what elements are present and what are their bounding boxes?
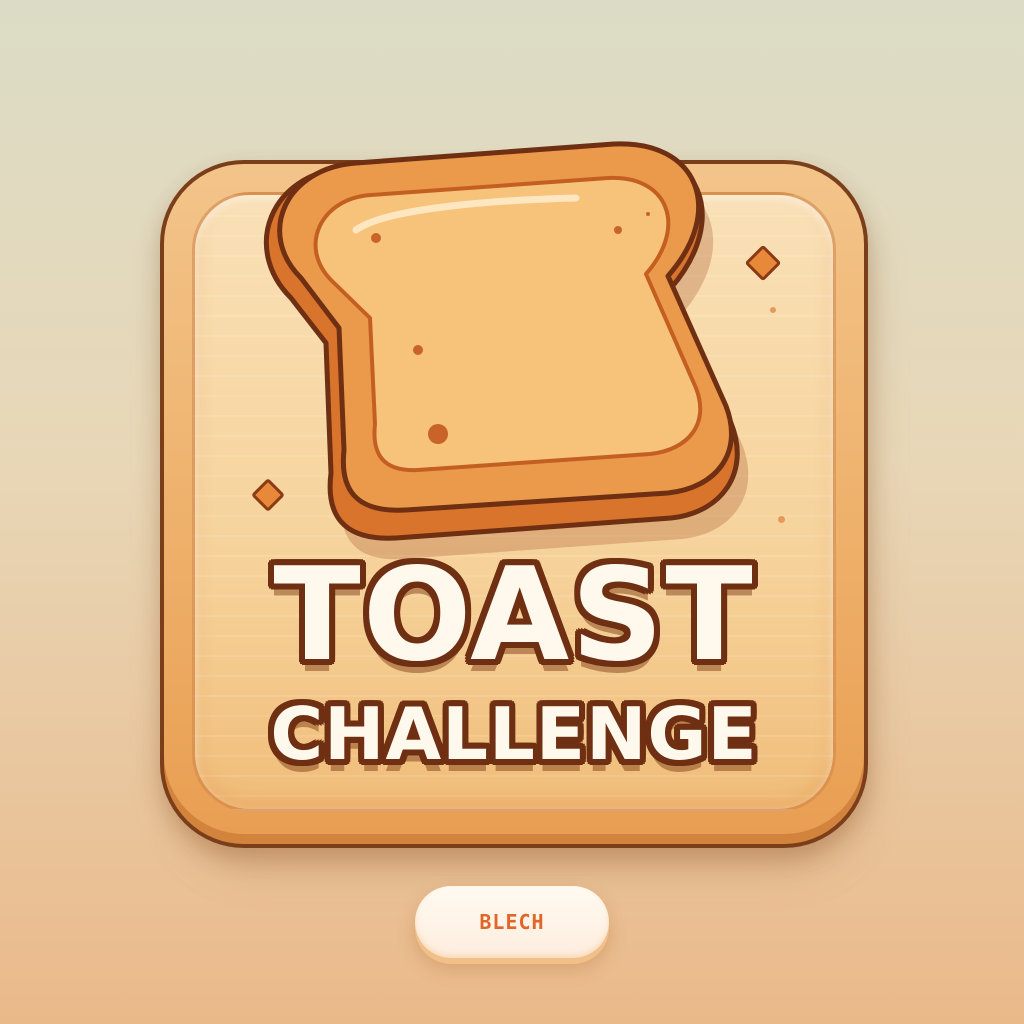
game-title: TOAST CHALLENGE	[160, 541, 868, 776]
game-title-screen: TOAST CHALLENGE BLECH	[0, 0, 1024, 1024]
blech-button[interactable]: BLECH	[415, 886, 609, 958]
blech-button-label: BLECH	[479, 910, 545, 934]
crumb-speck	[778, 516, 785, 523]
toast-bread-slice-icon	[263, 141, 749, 560]
title-line-challenge: CHALLENGE	[270, 692, 758, 776]
title-line-toast: TOAST	[273, 541, 755, 690]
